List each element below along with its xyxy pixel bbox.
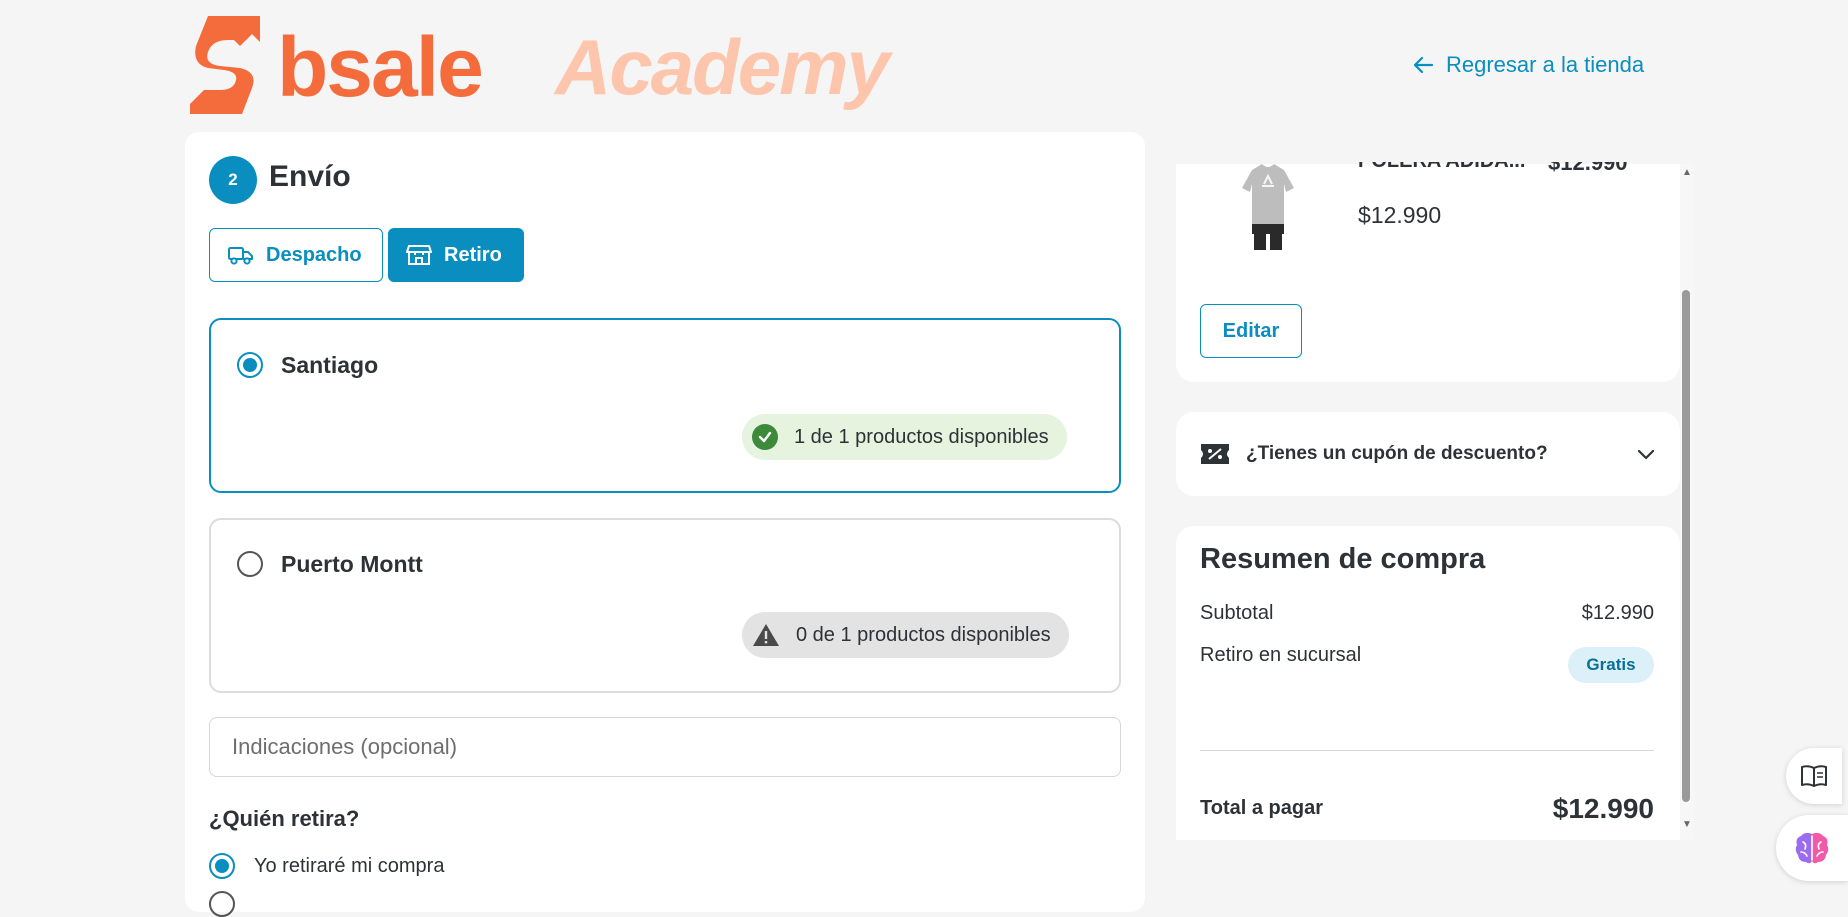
tab-retiro[interactable]: Retiro (388, 228, 524, 282)
puerto-montt-radio[interactable] (237, 551, 263, 577)
tab-retiro-label: Retiro (444, 243, 502, 266)
pickup-option-puerto-montt[interactable] (209, 518, 1121, 693)
back-link-label: Regresar a la tienda (1446, 52, 1645, 77)
availability-badge: 1 de 1 productos disponibles (742, 414, 1067, 460)
who-picks-up-title: ¿Quién retira? (209, 806, 360, 831)
warning-icon (753, 624, 779, 646)
step-number-badge: 2 (209, 156, 257, 204)
tab-despacho[interactable]: Despacho (209, 228, 383, 282)
store-icon (406, 245, 432, 265)
reader-button[interactable] (1786, 748, 1842, 804)
total-value: $12.990 (1552, 793, 1654, 824)
product-name: POLERA ADIDA... (1358, 150, 1526, 172)
pickup-option-santiago[interactable] (209, 318, 1121, 493)
book-icon (1801, 765, 1827, 787)
availability-badge: 0 de 1 productos disponibles (742, 612, 1069, 658)
santiago-radio[interactable] (237, 352, 263, 378)
other-pickup-radio[interactable] (209, 891, 235, 917)
pickup-notes-input[interactable] (209, 717, 1121, 777)
coupon-toggle[interactable]: ¿Tienes un cupón de descuento? (1176, 412, 1680, 496)
scrollbar-thumb[interactable] (1682, 290, 1690, 802)
step-title: Envío (269, 160, 351, 193)
self-pickup-radio[interactable] (209, 853, 235, 879)
subtotal-value: $12.990 (1581, 602, 1654, 624)
product-image (1242, 164, 1294, 250)
product-price: $12.990 (1358, 202, 1442, 228)
academy-logo-text: Academy (555, 23, 890, 111)
product-line-price: $12.990 (1548, 150, 1628, 175)
scroll-down-arrow-icon[interactable]: ▼ (1680, 818, 1694, 832)
brand-name: bsale (277, 20, 484, 114)
back-to-store-link[interactable]: Regresar a la tienda (1412, 50, 1644, 80)
check-circle-icon (752, 424, 778, 450)
summary-divider (1200, 750, 1654, 751)
summary-title: Resumen de compra (1200, 543, 1486, 575)
location-name: Puerto Montt (281, 551, 423, 577)
discount-ticket-icon (1201, 444, 1229, 464)
brain-icon (1795, 832, 1829, 864)
scroll-up-arrow-icon[interactable]: ▲ (1680, 166, 1694, 180)
bsale-logo-icon (190, 16, 260, 114)
truck-icon (228, 247, 253, 265)
edit-cart-button[interactable]: Editar (1200, 304, 1302, 358)
coupon-label: ¿Tienes un cupón de descuento? (1246, 443, 1548, 464)
subtotal-label: Subtotal (1200, 602, 1274, 624)
availability-text: 1 de 1 productos disponibles (794, 425, 1049, 448)
free-badge: Gratis (1568, 647, 1654, 683)
pickup-label: Retiro en sucursal (1200, 644, 1362, 666)
chevron-down-icon (1637, 449, 1655, 460)
ai-assistant-button[interactable] (1776, 815, 1848, 881)
total-label: Total a pagar (1200, 797, 1323, 819)
arrow-left-icon (1413, 56, 1434, 74)
tab-despacho-label: Despacho (266, 243, 362, 266)
self-pickup-label: Yo retiraré mi compra (254, 855, 445, 877)
location-name: Santiago (281, 352, 379, 378)
availability-text: 0 de 1 productos disponibles (796, 623, 1051, 646)
